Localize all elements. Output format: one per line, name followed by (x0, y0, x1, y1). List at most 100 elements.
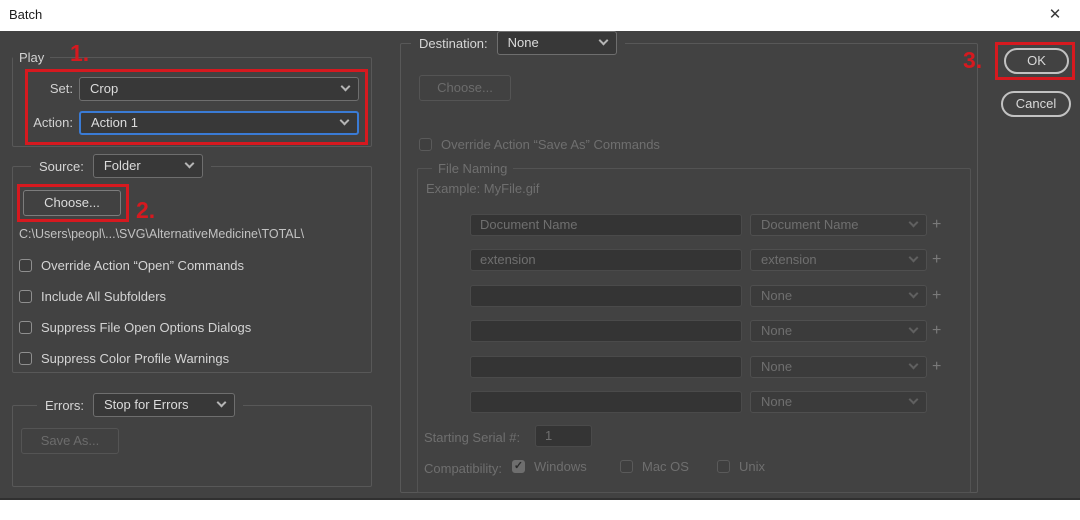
naming-field-4 (470, 320, 742, 342)
plus-icon: + (932, 288, 941, 304)
source-type-select[interactable]: Folder (93, 154, 203, 178)
starting-serial-input: 1 (535, 425, 592, 447)
plus-icon: + (932, 217, 941, 233)
compat-unix-row: Unix (717, 459, 765, 474)
close-button[interactable]: ✕ (1038, 0, 1072, 30)
file-naming-example: Example: MyFile.gif (426, 181, 539, 196)
naming-field-3 (470, 285, 742, 307)
chevron-down-icon (909, 324, 919, 334)
plus-icon: + (932, 359, 941, 375)
close-icon: ✕ (1049, 6, 1062, 23)
source-type-value: Folder (104, 158, 141, 173)
naming-field-1: Document Name (470, 214, 742, 236)
naming-select-6: None (750, 391, 927, 413)
chevron-down-icon (909, 360, 919, 370)
source-choose-button[interactable]: Choose... (23, 190, 121, 216)
source-path: C:\Users\peopl\...\SVG\AlternativeMedici… (19, 227, 304, 241)
naming-select-4: None (750, 320, 927, 342)
chevron-down-icon (341, 82, 351, 92)
compatibility-label: Compatibility: (424, 461, 502, 476)
window-title: Batch (9, 0, 42, 30)
override-saveas-checkbox-row: Override Action “Save As” Commands (419, 137, 660, 152)
destination-select[interactable]: None (497, 31, 617, 55)
destination-choose-button: Choose... (419, 75, 511, 101)
suppress-warnings-checkbox-row[interactable]: Suppress Color Profile Warnings (19, 351, 229, 366)
naming-select-1-value: Document Name (761, 217, 859, 232)
override-open-checkbox[interactable] (19, 259, 32, 272)
destination-select-value: None (508, 35, 539, 50)
file-naming-label: File Naming (432, 160, 513, 177)
naming-select-5: None (750, 356, 927, 378)
naming-select-6-value: None (761, 394, 792, 409)
include-subfolders-checkbox[interactable] (19, 290, 32, 303)
errors-select-value: Stop for Errors (104, 397, 189, 412)
plus-icon: + (932, 323, 941, 339)
errors-group: Errors: Stop for Errors Save As... (12, 405, 372, 487)
compat-windows-row: ✓ Windows (512, 459, 587, 474)
naming-select-3: None (750, 285, 927, 307)
compat-windows-label: Windows (534, 459, 587, 474)
chevron-down-icon (909, 218, 919, 228)
naming-select-3-value: None (761, 288, 792, 303)
starting-serial-label: Starting Serial #: (424, 427, 520, 449)
file-naming-group: File Naming Example: MyFile.gif Document… (417, 168, 971, 493)
compat-mac-row: Mac OS (620, 459, 689, 474)
suppress-dialogs-checkbox[interactable] (19, 321, 32, 334)
include-subfolders-checkbox-row[interactable]: Include All Subfolders (19, 289, 166, 304)
naming-select-2: extension (750, 249, 927, 271)
compat-unix-label: Unix (739, 459, 765, 474)
action-select[interactable]: Action 1 (79, 111, 359, 135)
ok-button[interactable]: OK (1004, 48, 1069, 74)
suppress-warnings-checkbox[interactable] (19, 352, 32, 365)
play-group: Play Set: Crop Action: Action 1 (12, 57, 372, 147)
action-label: Action: (13, 111, 73, 135)
errors-legend: Errors: Stop for Errors (37, 393, 243, 417)
compat-mac-label: Mac OS (642, 459, 689, 474)
naming-select-5-value: None (761, 359, 792, 374)
chevron-down-icon (184, 159, 194, 169)
source-legend: Source: Folder (31, 154, 211, 178)
suppress-warnings-label: Suppress Color Profile Warnings (41, 351, 229, 366)
chevron-down-icon (598, 36, 608, 46)
include-subfolders-label: Include All Subfolders (41, 289, 166, 304)
chevron-down-icon (340, 116, 350, 126)
errors-select[interactable]: Stop for Errors (93, 393, 235, 417)
destination-label: Destination: (419, 36, 488, 51)
override-saveas-checkbox (419, 138, 432, 151)
override-open-checkbox-row[interactable]: Override Action “Open” Commands (19, 258, 244, 273)
source-group: Source: Folder Choose... C:\Users\peopl\… (12, 166, 372, 373)
compat-mac-checkbox (620, 460, 633, 473)
dialog-body: Play Set: Crop Action: Action 1 Source: … (0, 31, 1080, 500)
compat-unix-checkbox (717, 460, 730, 473)
naming-select-4-value: None (761, 323, 792, 338)
title-bar: Batch ✕ (0, 0, 1080, 31)
naming-field-5 (470, 356, 742, 378)
naming-field-6 (470, 391, 742, 413)
set-select-value: Crop (90, 81, 118, 96)
destination-legend: Destination: None (411, 31, 625, 55)
naming-field-2: extension (470, 249, 742, 271)
set-select[interactable]: Crop (79, 77, 359, 101)
plus-icon: + (932, 252, 941, 268)
compat-windows-checkbox: ✓ (512, 460, 525, 473)
set-label: Set: (13, 77, 73, 101)
checkmark-icon: ✓ (514, 460, 523, 472)
chevron-down-icon (909, 395, 919, 405)
source-label: Source: (39, 159, 84, 174)
action-select-value: Action 1 (91, 115, 138, 130)
batch-dialog: Batch ✕ Play Set: Crop Action: Action 1 … (0, 0, 1080, 520)
save-as-button: Save As... (21, 428, 119, 454)
errors-label: Errors: (45, 398, 84, 413)
suppress-dialogs-checkbox-row[interactable]: Suppress File Open Options Dialogs (19, 320, 251, 335)
chevron-down-icon (909, 289, 919, 299)
chevron-down-icon (909, 253, 919, 263)
naming-select-1: Document Name (750, 214, 927, 236)
naming-select-2-value: extension (761, 252, 817, 267)
destination-group: Destination: None Choose... Override Act… (400, 43, 978, 493)
play-group-label: Play (13, 49, 50, 66)
cancel-button[interactable]: Cancel (1001, 91, 1071, 117)
chevron-down-icon (217, 398, 227, 408)
override-open-label: Override Action “Open” Commands (41, 258, 244, 273)
override-saveas-label: Override Action “Save As” Commands (441, 137, 660, 152)
suppress-dialogs-label: Suppress File Open Options Dialogs (41, 320, 251, 335)
